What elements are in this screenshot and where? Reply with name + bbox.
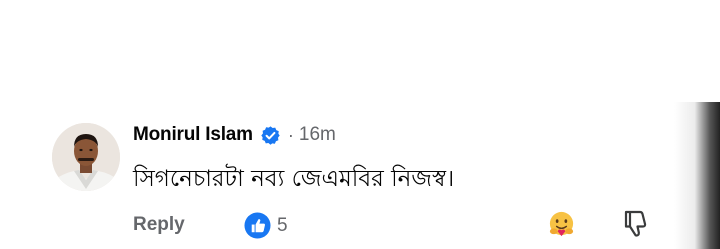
like-count: 5 [277,214,288,236]
avatar-photo [52,123,120,191]
like-reaction[interactable]: 5 [244,212,288,239]
comment-item: Monirul Islam · 16m সিগনেচারটা নব্য জেএম… [0,0,720,249]
thumbs-up-icon[interactable] [244,212,271,239]
author-name[interactable]: Monirul Islam [133,124,253,146]
comment-text: সিগনেচারটা নব্য জেএমবির নিজস্ব। [133,166,455,192]
comment-timestamp[interactable]: 16m [299,124,336,146]
avatar[interactable] [52,123,120,191]
reply-button[interactable]: Reply [133,214,185,236]
thumbs-down-icon[interactable] [622,209,648,239]
verified-badge-icon [260,125,281,146]
separator-dot: · [287,124,294,145]
hugging-face-emoji-icon[interactable] [547,210,576,239]
comment-header: Monirul Islam · 16m [133,122,336,148]
